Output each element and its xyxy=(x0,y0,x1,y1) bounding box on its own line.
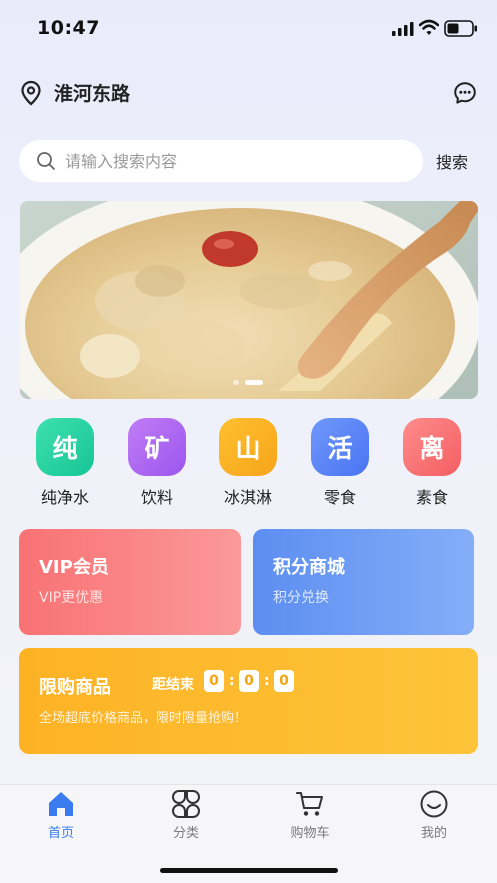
wifi-icon xyxy=(419,19,439,35)
carousel-dot[interactable] xyxy=(233,380,239,385)
category-label: 饮料 xyxy=(140,488,173,507)
carousel-indicators xyxy=(20,379,478,387)
battery-icon xyxy=(444,20,477,37)
countdown-hours: 0 xyxy=(204,670,224,692)
search-icon xyxy=(37,152,55,170)
category-label: 素食 xyxy=(415,488,448,507)
search-input[interactable] xyxy=(65,140,405,182)
flash-sale-card[interactable]: 限购商品 距结束 0 : 0 : 0 全场超底价格商品，限时限量抢购！ xyxy=(19,648,478,754)
countdown-minutes: 0 xyxy=(239,670,259,692)
category-item-ice-cream[interactable]: 山 冰淇淋 xyxy=(218,418,278,508)
category-item-water[interactable]: 纯 纯净水 xyxy=(35,418,95,508)
countdown-seconds: 0 xyxy=(274,670,294,692)
countdown-separator: : xyxy=(229,673,235,689)
banner-image xyxy=(20,201,478,399)
carousel-dot-active[interactable] xyxy=(245,380,263,385)
category-tile-snacks: 活 xyxy=(311,418,369,476)
category-item-drinks[interactable]: 矿 饮料 xyxy=(127,418,187,508)
search-box[interactable] xyxy=(19,140,423,182)
countdown-separator: : xyxy=(264,673,270,689)
flash-sale-subtitle: 全场超底价格商品，限时限量抢购！ xyxy=(39,711,248,726)
tab-cart[interactable]: 购物车 xyxy=(270,789,350,841)
search-button[interactable]: 搜索 xyxy=(436,149,468,173)
location-name[interactable]: 淮河东路 xyxy=(54,79,130,106)
tab-home-label: 首页 xyxy=(47,826,74,841)
status-bar: 10:47 xyxy=(0,0,497,60)
home-indicator xyxy=(160,868,338,873)
profile-icon xyxy=(420,790,448,818)
tab-profile-label: 我的 xyxy=(420,826,447,841)
location-header: 淮河东路 xyxy=(0,74,497,110)
home-icon xyxy=(49,792,73,816)
countdown-label: 距结束 xyxy=(152,677,194,693)
category-tile-ice-cream: 山 xyxy=(219,418,277,476)
banner-carousel[interactable] xyxy=(20,201,478,399)
status-time: 10:47 xyxy=(37,17,100,39)
vip-card-subtitle: VIP更优惠 xyxy=(39,590,104,606)
tab-profile[interactable]: 我的 xyxy=(394,789,474,841)
cart-icon xyxy=(296,792,323,816)
message-icon[interactable] xyxy=(453,81,477,105)
category-label: 冰淇淋 xyxy=(223,488,272,507)
category-tile-vegetarian: 离 xyxy=(403,418,461,476)
category-label: 零食 xyxy=(323,488,356,507)
vip-card-title: VIP会员 xyxy=(39,557,109,578)
points-mall-card[interactable]: 积分商城 积分兑换 xyxy=(253,529,474,635)
vip-card[interactable]: VIP会员 VIP更优惠 xyxy=(19,529,241,635)
category-label: 纯净水 xyxy=(40,488,89,507)
category-item-snacks[interactable]: 活 零食 xyxy=(310,418,370,508)
category-tile-drinks: 矿 xyxy=(128,418,186,476)
tab-cart-label: 购物车 xyxy=(290,826,330,841)
location-pin-icon xyxy=(21,80,41,106)
tab-category-label: 分类 xyxy=(172,826,199,841)
tab-category[interactable]: 分类 xyxy=(146,789,226,841)
points-mall-card-title: 积分商城 xyxy=(273,557,345,578)
category-item-vegetarian[interactable]: 离 素食 xyxy=(402,418,462,508)
flash-sale-title: 限购商品 xyxy=(39,677,111,698)
signal-icon xyxy=(392,22,414,36)
category-tile-water: 纯 xyxy=(36,418,94,476)
points-mall-card-subtitle: 积分兑换 xyxy=(273,590,329,606)
tab-home[interactable]: 首页 xyxy=(21,789,101,841)
category-icon xyxy=(172,790,200,818)
